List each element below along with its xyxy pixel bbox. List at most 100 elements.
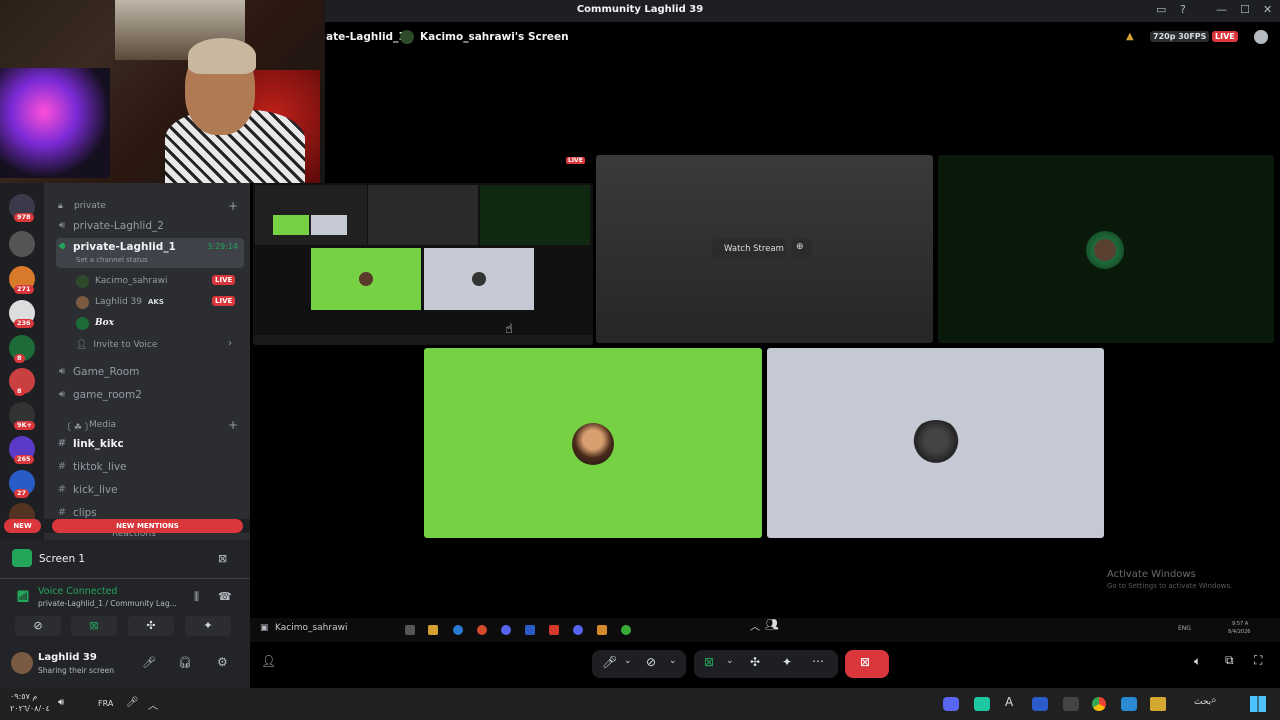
voice-status[interactable]: Voice Connected bbox=[38, 586, 117, 597]
category-media[interactable]: Media bbox=[89, 420, 116, 430]
fullscreen-icon[interactable]: ⛶ bbox=[1254, 653, 1262, 668]
popout-icon[interactable]: ⧉ bbox=[1225, 653, 1234, 668]
screen-label[interactable]: Screen 1 bbox=[39, 553, 85, 565]
disconnect-button[interactable]: ⊠ bbox=[845, 650, 889, 678]
tile-participant-green[interactable] bbox=[424, 348, 762, 538]
screen-share-icon bbox=[12, 549, 32, 567]
channel-label: clips bbox=[73, 506, 97, 519]
close-button[interactable]: ✕ bbox=[1263, 3, 1272, 16]
text-channel-tiktok-live[interactable]: # tiktok_live bbox=[56, 457, 244, 476]
channel-label: link_kikc bbox=[73, 437, 124, 450]
clock-date[interactable]: ٢٠٢٦/٠٨/٠٤ bbox=[10, 704, 50, 713]
member-laghlid[interactable]: Laghlid 39 AKS bbox=[76, 293, 164, 311]
speaker-icon[interactable]: 🔊︎ bbox=[58, 697, 64, 708]
participants-icon[interactable]: 👥︎ bbox=[765, 618, 779, 631]
soundboard-button[interactable]: ✦ bbox=[185, 616, 231, 636]
chat-icon[interactable] bbox=[1254, 30, 1268, 44]
member-live-badge: LIVE bbox=[212, 275, 236, 285]
tile-participant-dark[interactable] bbox=[938, 155, 1274, 343]
activities-button[interactable]: ✣ bbox=[750, 655, 760, 669]
voice-channel-private-laghlid-1[interactable]: 🔊︎ private-Laghlid_1 3:29:14 Set a chann… bbox=[56, 238, 244, 268]
server-mention-badge: 27 bbox=[14, 489, 30, 498]
tile-nested-screen[interactable] bbox=[253, 183, 593, 345]
search-icon[interactable]: ⌕ bbox=[1211, 695, 1217, 706]
clock-time[interactable]: م ٠٩:٥٧ bbox=[10, 692, 37, 701]
discord-taskbar-icon[interactable] bbox=[943, 697, 959, 711]
help-icon[interactable]: ? bbox=[1180, 3, 1186, 16]
person-add-icon: 👤︎ bbox=[76, 340, 88, 350]
member-name: Laghlid 39 bbox=[95, 297, 142, 307]
tray-chevron-icon[interactable]: ︿ bbox=[148, 697, 158, 712]
stream-lang: ENG bbox=[1178, 625, 1191, 632]
volume-icon[interactable]: 🔈︎ bbox=[1194, 654, 1201, 669]
new-tag[interactable]: NEW bbox=[4, 519, 41, 533]
mic-options-chevron[interactable]: ⌄ bbox=[624, 656, 632, 666]
voice-channel-game-room[interactable]: 🔊︎ Game_Room bbox=[56, 362, 244, 381]
user-name[interactable]: Laghlid 39 bbox=[38, 652, 97, 663]
tile-participant-gray[interactable] bbox=[767, 348, 1104, 538]
app-taskbar-icon[interactable] bbox=[974, 697, 990, 711]
taskbar-window-label[interactable]: Kacimo_sahrawi bbox=[275, 623, 347, 633]
text-channel-link-kikc[interactable]: # link_kikc bbox=[56, 434, 244, 453]
text-channel-kick-live[interactable]: # kick_live bbox=[56, 480, 244, 499]
voice-channel-private-laghlid-2[interactable]: 🔊︎ private-Laghlid_2 bbox=[56, 216, 244, 235]
share-options-chevron[interactable]: ⌄ bbox=[726, 656, 734, 666]
member-kacimo[interactable]: Kacimo_sahrawi bbox=[76, 272, 167, 290]
chevron-up-icon[interactable]: ︿ bbox=[750, 618, 760, 633]
camera-options-chevron[interactable]: ⌄ bbox=[669, 656, 677, 666]
camera-off-button[interactable]: ⊘ bbox=[646, 655, 656, 669]
channel-label: private-Laghlid_2 bbox=[73, 219, 164, 232]
create-channel-icon[interactable]: + bbox=[228, 418, 238, 432]
user-avatar[interactable] bbox=[11, 652, 33, 674]
webcam-overlay bbox=[0, 0, 325, 183]
file-explorer-icon[interactable] bbox=[1150, 697, 1166, 711]
windows-start-icon[interactable] bbox=[1250, 696, 1266, 712]
server-icon[interactable] bbox=[9, 231, 35, 257]
mic-tray-icon[interactable]: 🎤︎ bbox=[126, 697, 139, 708]
add-people-icon[interactable]: 👤︎ bbox=[261, 654, 276, 668]
category-private[interactable]: private bbox=[74, 201, 106, 211]
font-app-icon[interactable]: A bbox=[1005, 695, 1013, 709]
app3-taskbar-icon[interactable] bbox=[1063, 697, 1079, 711]
voice-location[interactable]: private-Laghlid_1 / Community Lag... bbox=[38, 599, 177, 608]
minimize-button[interactable]: — bbox=[1216, 3, 1227, 16]
server-mention-badge: 978 bbox=[14, 213, 34, 222]
headphones-icon[interactable]: 🎧︎ bbox=[178, 656, 192, 669]
create-channel-icon[interactable]: + bbox=[228, 199, 238, 213]
camera-off-button[interactable]: ⊘ bbox=[15, 616, 61, 636]
screen-share-button[interactable]: ⊠ bbox=[704, 655, 714, 669]
input-language[interactable]: FRA bbox=[98, 699, 113, 708]
more-options-button[interactable]: ⋯ bbox=[812, 654, 824, 668]
microphone-icon[interactable]: 🎤︎ bbox=[142, 656, 156, 669]
screen-share-button[interactable]: ⊠ bbox=[71, 616, 117, 636]
hash-icon: # bbox=[57, 484, 67, 495]
eye-icon[interactable]: ⊕ bbox=[796, 242, 804, 252]
member-box[interactable]: Box bbox=[76, 314, 114, 332]
tile-watch-stream[interactable]: Watch Stream ⊕ bbox=[596, 155, 933, 343]
soundboard-button[interactable]: ✦ bbox=[782, 655, 792, 669]
noise-suppression-icon[interactable]: ⫼ bbox=[194, 590, 199, 604]
activities-button[interactable]: ✣ bbox=[128, 616, 174, 636]
invite-to-voice[interactable]: 👤︎ Invite to Voice bbox=[76, 336, 157, 354]
invite-label: Invite to Voice bbox=[93, 340, 158, 350]
live-badge: LIVE bbox=[1212, 31, 1238, 42]
voice-channel-game-room2[interactable]: 🔊︎ game_room2 bbox=[56, 385, 244, 404]
chrome-icon[interactable] bbox=[1092, 697, 1106, 711]
watch-stream-button[interactable]: Watch Stream bbox=[724, 244, 784, 254]
channel-status[interactable]: Set a channel status bbox=[76, 256, 148, 264]
search-label[interactable]: بحث bbox=[1194, 697, 1211, 707]
maximize-button[interactable]: ☐ bbox=[1240, 3, 1250, 16]
server-mention-badge: 265 bbox=[14, 455, 34, 464]
stream-channel-name[interactable]: ate-Laghlid_1 bbox=[326, 31, 406, 43]
activate-windows-title: Activate Windows bbox=[1107, 569, 1196, 580]
app2-taskbar-icon[interactable] bbox=[1032, 697, 1048, 711]
settings-gear-icon[interactable]: ⚙ bbox=[217, 655, 228, 669]
inbox-icon[interactable]: ▭ bbox=[1156, 3, 1166, 16]
store-icon[interactable] bbox=[1121, 697, 1137, 711]
channel-timer: 3:29:14 bbox=[207, 242, 238, 251]
microphone-button[interactable]: 🎤︎ bbox=[602, 655, 617, 669]
disconnect-icon[interactable]: ☎︎ bbox=[218, 590, 232, 603]
stop-screen-icon[interactable]: ⊠ bbox=[218, 552, 227, 565]
new-mentions-button[interactable]: NEW MENTIONS bbox=[52, 519, 243, 533]
user-status: Sharing their screen bbox=[38, 666, 114, 675]
